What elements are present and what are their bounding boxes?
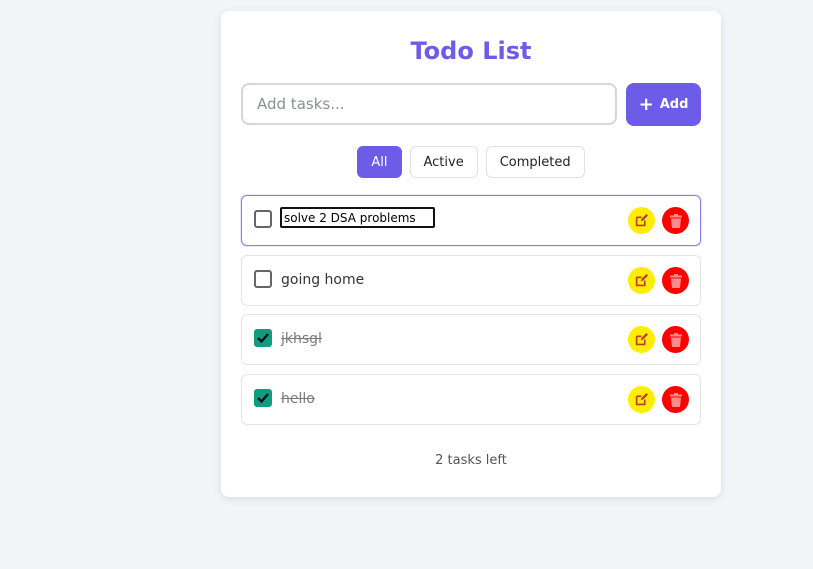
todo-text: jkhsgl	[281, 331, 322, 347]
trash-icon	[669, 392, 682, 407]
edit-button[interactable]	[628, 267, 655, 294]
trash-icon	[669, 332, 682, 347]
plus-icon: +	[638, 93, 654, 115]
todo-item	[241, 195, 701, 246]
filter-bar: All Active Completed	[221, 146, 721, 178]
todo-item: jkhsgl	[241, 314, 701, 365]
todo-edit-input[interactable]	[280, 207, 435, 228]
filter-active-button[interactable]: Active	[409, 146, 478, 178]
page-title: Todo List	[410, 37, 532, 65]
check-icon	[257, 393, 269, 404]
filter-all-button[interactable]: All	[357, 146, 402, 178]
edit-button[interactable]	[628, 326, 655, 353]
todo-item: going home	[241, 255, 701, 306]
edit-button[interactable]	[628, 386, 655, 413]
delete-button[interactable]	[662, 267, 689, 294]
check-icon	[257, 333, 269, 344]
todo-checkbox[interactable]	[254, 329, 272, 347]
delete-button[interactable]	[662, 207, 689, 234]
todo-card: Todo List + Add All Active Completed	[221, 11, 721, 497]
edit-icon	[635, 393, 648, 406]
trash-icon	[669, 273, 682, 288]
todo-checkbox[interactable]	[254, 210, 272, 228]
add-button-label: Add	[659, 97, 689, 112]
tasks-left-count: 2 tasks left	[435, 453, 507, 468]
trash-icon	[669, 213, 682, 228]
edit-icon	[635, 214, 648, 227]
filter-completed-button[interactable]: Completed	[485, 146, 585, 178]
todo-text: hello	[281, 391, 315, 407]
edit-icon	[635, 333, 648, 346]
todo-item: hello	[241, 374, 701, 425]
todo-checkbox[interactable]	[254, 270, 272, 288]
add-task-input[interactable]	[241, 83, 617, 125]
todo-text: going home	[281, 272, 365, 288]
todo-checkbox[interactable]	[254, 389, 272, 407]
delete-button[interactable]	[662, 326, 689, 353]
edit-icon	[635, 274, 648, 287]
edit-button[interactable]	[628, 207, 655, 234]
delete-button[interactable]	[662, 386, 689, 413]
add-task-button[interactable]: + Add	[626, 83, 701, 126]
